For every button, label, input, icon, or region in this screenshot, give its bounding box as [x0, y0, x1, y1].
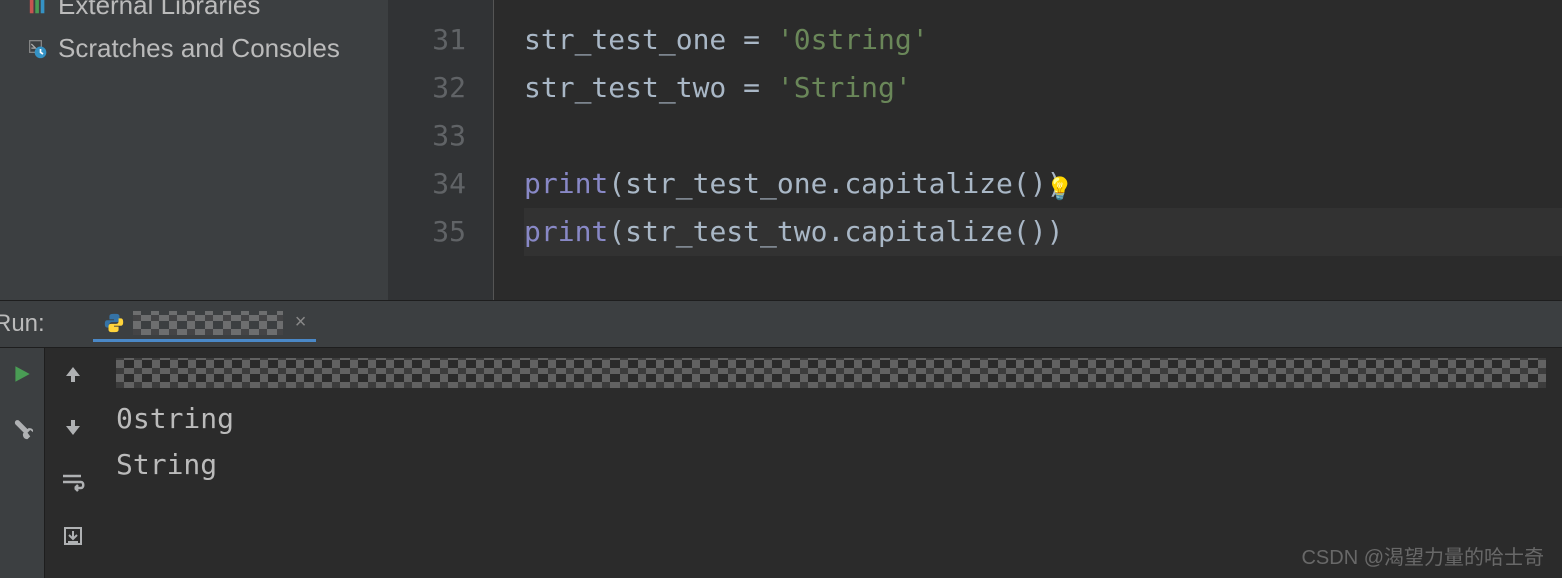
line-number: 31	[388, 16, 466, 64]
command-line-obscured	[116, 358, 1546, 388]
sidebar-item-scratches[interactable]: Scratches and Consoles	[0, 27, 388, 70]
line-number-gutter: 31 32 33 34 35	[388, 0, 488, 300]
token-op: ())	[1013, 215, 1064, 248]
sidebar-item-label: Scratches and Consoles	[58, 33, 340, 64]
close-icon[interactable]: ×	[295, 311, 307, 334]
python-icon	[103, 312, 125, 334]
run-config-name-obscured	[133, 311, 283, 335]
token-op: (	[608, 215, 625, 248]
wrench-button[interactable]	[4, 412, 40, 448]
down-arrow-button[interactable]	[55, 410, 91, 446]
token-fn: capitalize	[844, 167, 1013, 200]
project-sidebar[interactable]: External Libraries Scratches and Console…	[0, 0, 388, 300]
line-number: 35	[388, 208, 466, 256]
output-line: 0string	[116, 396, 1562, 442]
line-number: 32	[388, 64, 466, 112]
run-config-tab[interactable]: ×	[93, 307, 317, 342]
token-builtin: print	[524, 167, 608, 200]
library-icon	[28, 0, 48, 16]
token-str: '0string'	[777, 23, 929, 56]
up-arrow-button[interactable]	[55, 356, 91, 392]
token-id: str_test_two	[524, 71, 726, 104]
token-op: (	[608, 167, 625, 200]
token-op: .	[827, 167, 844, 200]
rerun-button[interactable]	[4, 356, 40, 392]
scratch-icon	[28, 39, 48, 59]
sidebar-item-external-libraries[interactable]: External Libraries	[0, 0, 388, 27]
token-id: str_test_one	[625, 167, 827, 200]
token-fn: capitalize	[844, 215, 1013, 248]
run-side-toolbar	[0, 348, 44, 578]
run-actions-toolbar	[44, 348, 100, 578]
token-id: str_test_one	[524, 23, 726, 56]
watermark: CSDN @渴望力量的哈士奇	[1301, 541, 1544, 570]
run-label: Run:	[0, 310, 45, 338]
code-editor[interactable]: 31 32 33 34 35 💡 str_test_one = '0string…	[388, 0, 1562, 300]
token-builtin: print	[524, 215, 608, 248]
code-line[interactable]: print(str_test_one.capitalize())	[524, 160, 1562, 208]
token-op: .	[827, 215, 844, 248]
soft-wrap-button[interactable]	[55, 464, 91, 500]
code-line[interactable]: str_test_two = 'String'	[524, 64, 1562, 112]
scroll-to-end-button[interactable]	[55, 518, 91, 554]
code-area[interactable]: 💡 str_test_one = '0string'str_test_two =…	[494, 0, 1562, 300]
token-op: =	[726, 71, 777, 104]
output-line: String	[116, 442, 1562, 488]
intention-bulb-icon[interactable]: 💡	[1046, 166, 1073, 214]
token-str: 'String'	[777, 71, 912, 104]
sidebar-item-label: External Libraries	[58, 0, 260, 21]
token-id: str_test_two	[625, 215, 827, 248]
code-line[interactable]: str_test_one = '0string'	[524, 16, 1562, 64]
code-line[interactable]	[524, 112, 1562, 160]
code-line[interactable]: print(str_test_two.capitalize())	[524, 208, 1562, 256]
line-number: 34	[388, 160, 466, 208]
line-number: 33	[388, 112, 466, 160]
token-op: =	[726, 23, 777, 56]
run-tool-header: Run: ×	[0, 300, 1562, 348]
